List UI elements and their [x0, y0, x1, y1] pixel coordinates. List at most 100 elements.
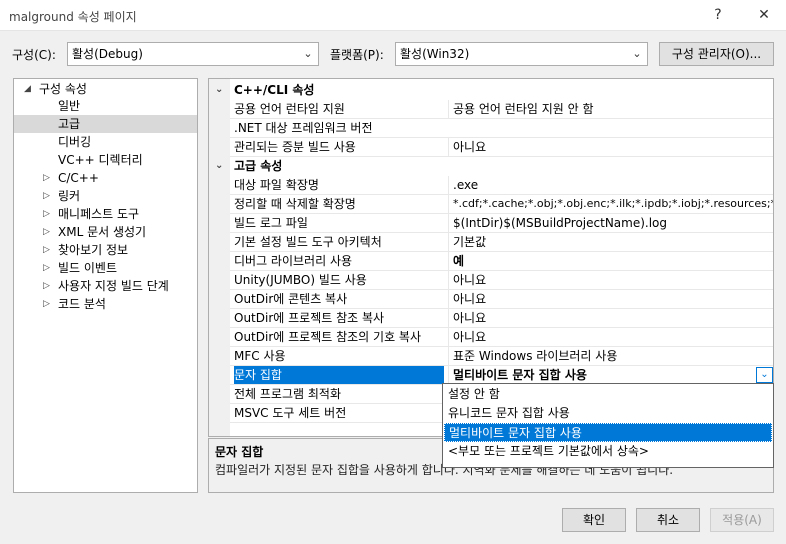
category-advanced[interactable]: ⌄ 고급 속성: [215, 157, 773, 176]
chevron-down-icon[interactable]: ⌄: [756, 367, 773, 383]
window-title: malground 속성 페이지: [9, 10, 137, 24]
character-set-dropdown[interactable]: 설정 안 함 유니코드 문자 집합 사용 멀티바이트 문자 집합 사용 <부모 …: [442, 383, 774, 468]
tree-item-label: 매니페스트 도구: [58, 207, 140, 221]
tree-item-label: 코드 분석: [58, 297, 106, 311]
expand-icon[interactable]: ◢: [24, 80, 31, 98]
tree-item-browse-info[interactable]: ▷ 찾아보기 정보: [14, 241, 197, 259]
tree-item-build-events[interactable]: ▷ 빌드 이벤트: [14, 259, 197, 277]
tree-item-general[interactable]: 일반: [14, 97, 197, 115]
tree-item-label: 링커: [58, 189, 81, 203]
help-button[interactable]: ?: [698, 0, 738, 31]
property-name: Unity(JUMBO) 빌드 사용: [234, 273, 367, 287]
tree-item-advanced[interactable]: 고급: [14, 115, 197, 133]
tree-item-label: 빌드 이벤트: [58, 261, 118, 275]
chevron-down-icon: ⌄: [632, 47, 642, 60]
config-label: 구성(C):: [12, 48, 56, 62]
tree-item-vc-directories[interactable]: VC++ 디렉터리: [14, 151, 197, 169]
property-name: 관리되는 증분 빌드 사용: [234, 140, 356, 154]
property-value[interactable]: 아니요: [448, 309, 773, 327]
tree-item-label: 구성 속성: [39, 82, 87, 96]
tree-item-label: XML 문서 생성기: [58, 225, 147, 239]
property-row[interactable]: Unity(JUMBO) 빌드 사용 아니요: [230, 271, 773, 290]
platform-value: 활성(Win32): [400, 47, 470, 61]
property-row[interactable]: OutDir에 프로젝트 참조의 기호 복사 아니요: [230, 328, 773, 347]
chevron-down-icon[interactable]: ⌄: [215, 157, 223, 175]
property-row[interactable]: OutDir에 콘텐츠 복사 아니요: [230, 290, 773, 309]
property-value[interactable]: 아니요: [448, 271, 773, 289]
property-row[interactable]: 기본 설정 빌드 도구 아키텍처 기본값: [230, 233, 773, 252]
apply-button[interactable]: 적용(A): [710, 508, 774, 532]
property-name: OutDir에 프로젝트 참조 복사: [234, 311, 385, 325]
property-name: 디버그 라이브러리 사용: [234, 254, 353, 268]
dropdown-option-selected[interactable]: 멀티바이트 문자 집합 사용: [444, 423, 772, 442]
tree-item-label: C/C++: [58, 171, 99, 185]
expand-icon[interactable]: ▷: [43, 259, 50, 277]
close-button[interactable]: ✕: [744, 0, 784, 31]
dropdown-option[interactable]: <부모 또는 프로젝트 기본값에서 상속>: [444, 442, 772, 461]
tree-item-xml-doc[interactable]: ▷ XML 문서 생성기: [14, 223, 197, 241]
property-row[interactable]: 빌드 로그 파일 $(IntDir)$(MSBuildProjectName).…: [230, 214, 773, 233]
property-name: 빌드 로그 파일: [234, 216, 308, 230]
category-label: C++/CLI 속성: [234, 83, 315, 97]
cancel-button[interactable]: 취소: [636, 508, 700, 532]
property-value[interactable]: 기본값: [448, 233, 773, 251]
tree-item-manifest-tool[interactable]: ▷ 매니페스트 도구: [14, 205, 197, 223]
property-row[interactable]: 관리되는 증분 빌드 사용 아니요: [230, 138, 773, 157]
property-row[interactable]: 정리할 때 삭제할 확장명 *.cdf;*.cache;*.obj;*.obj.…: [230, 195, 773, 214]
property-value[interactable]: 아니요: [448, 138, 773, 156]
property-value[interactable]: .exe: [448, 176, 773, 194]
tree-item-label: 사용자 지정 빌드 단계: [58, 279, 169, 293]
expand-icon[interactable]: ▷: [43, 223, 50, 241]
expand-icon[interactable]: ▷: [43, 295, 50, 313]
property-row[interactable]: 대상 파일 확장명 .exe: [230, 176, 773, 195]
description-title: 문자 집합: [215, 445, 264, 459]
platform-combo[interactable]: 활성(Win32) ⌄: [395, 42, 648, 66]
tree-item-debugging[interactable]: 디버깅: [14, 133, 197, 151]
tree-item-label: 일반: [58, 99, 81, 113]
grid-gutter: [209, 79, 230, 436]
expand-icon[interactable]: ▷: [43, 277, 50, 295]
property-value[interactable]: 아니요: [448, 328, 773, 346]
property-value[interactable]: 예: [448, 252, 773, 270]
property-row[interactable]: MFC 사용 표준 Windows 라이브러리 사용: [230, 347, 773, 366]
property-value[interactable]: 공용 언어 런타임 지원 안 함: [448, 100, 773, 118]
property-value[interactable]: 표준 Windows 라이브러리 사용: [448, 347, 773, 365]
property-row[interactable]: OutDir에 프로젝트 참조 복사 아니요: [230, 309, 773, 328]
tree-item-label: 디버깅: [58, 135, 92, 149]
config-value: 활성(Debug): [72, 47, 143, 61]
property-value[interactable]: 멀티바이트 문자 집합 사용: [448, 366, 773, 384]
property-row[interactable]: .NET 대상 프레임워크 버전: [230, 119, 773, 138]
platform-label: 플랫폼(P):: [330, 48, 384, 62]
property-name: 문자 집합: [234, 366, 444, 384]
property-name: 공용 언어 런타임 지원: [234, 102, 345, 116]
tree-item-label: VC++ 디렉터리: [58, 153, 143, 167]
tree-item-custom-build-step[interactable]: ▷ 사용자 지정 빌드 단계: [14, 277, 197, 295]
property-row[interactable]: 공용 언어 런타임 지원 공용 언어 런타임 지원 안 함: [230, 100, 773, 119]
property-name: 전체 프로그램 최적화: [234, 387, 341, 401]
config-manager-button[interactable]: 구성 관리자(O)...: [659, 42, 774, 66]
expand-icon[interactable]: ▷: [43, 205, 50, 223]
property-value[interactable]: $(IntDir)$(MSBuildProjectName).log: [448, 214, 773, 232]
config-combo[interactable]: 활성(Debug) ⌄: [67, 42, 319, 66]
tree-item-label: 찾아보기 정보: [58, 243, 129, 257]
category-label: 고급 속성: [234, 159, 283, 173]
ok-button[interactable]: 확인: [562, 508, 626, 532]
category-cppcli[interactable]: ⌄ C++/CLI 속성: [215, 81, 773, 100]
property-value[interactable]: *.cdf;*.cache;*.obj;*.obj.enc;*.ilk;*.ip…: [448, 195, 773, 213]
property-name: OutDir에 프로젝트 참조의 기호 복사: [234, 330, 422, 344]
tree-item-config-properties[interactable]: ◢ 구성 속성: [14, 80, 197, 98]
expand-icon[interactable]: ▷: [43, 187, 50, 205]
dropdown-option[interactable]: 유니코드 문자 집합 사용: [444, 404, 772, 423]
tree-item-cpp[interactable]: ▷ C/C++: [14, 169, 197, 187]
tree-item-linker[interactable]: ▷ 링커: [14, 187, 197, 205]
chevron-down-icon[interactable]: ⌄: [215, 81, 223, 99]
property-name: 기본 설정 빌드 도구 아키텍처: [234, 235, 382, 249]
dropdown-option[interactable]: 설정 안 함: [444, 385, 772, 404]
property-name: OutDir에 콘텐츠 복사: [234, 292, 348, 306]
property-name: 대상 파일 확장명: [234, 178, 319, 192]
tree-item-code-analysis[interactable]: ▷ 코드 분석: [14, 295, 197, 313]
property-value[interactable]: 아니요: [448, 290, 773, 308]
expand-icon[interactable]: ▷: [43, 241, 50, 259]
property-row[interactable]: 디버그 라이브러리 사용 예: [230, 252, 773, 271]
expand-icon[interactable]: ▷: [43, 169, 50, 187]
